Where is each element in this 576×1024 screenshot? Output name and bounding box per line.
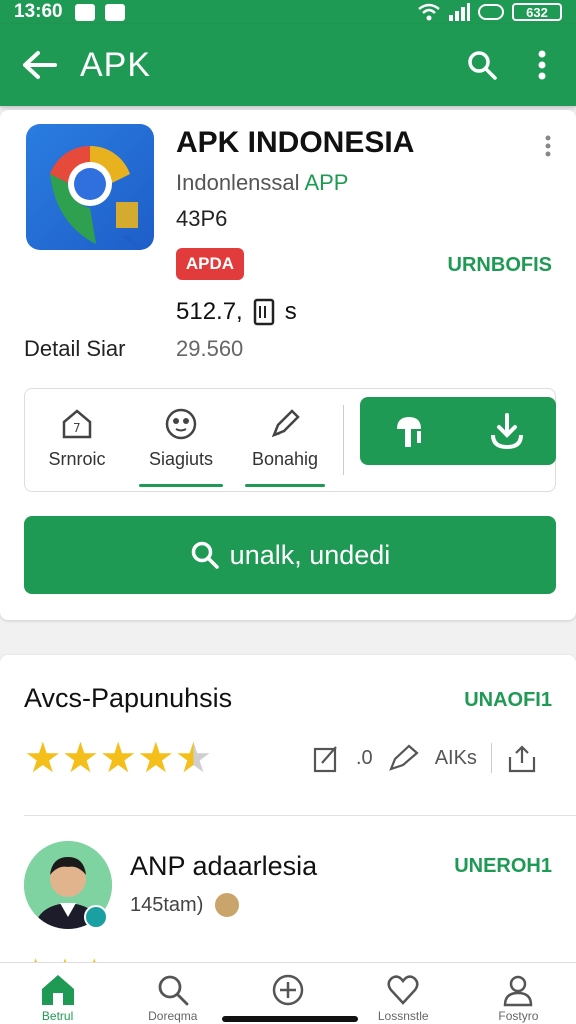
developer-accent: APP [304, 170, 349, 195]
edit-icon[interactable] [312, 743, 342, 773]
pen-icon[interactable] [387, 743, 421, 773]
tab-underline [245, 484, 325, 487]
nav-home[interactable]: Betrul [0, 963, 115, 1024]
section-divider [24, 815, 576, 816]
search-icon [158, 975, 189, 1006]
battery-indicator: 632 [512, 3, 562, 21]
nav-favorites-label: Lossnstle [377, 1009, 429, 1023]
kebab-icon [538, 50, 546, 80]
action-service[interactable]: 7 Srnroic [27, 389, 127, 493]
bottom-navigation: Betrul Doreqma Lossnstle Fostyro [0, 962, 576, 1024]
stat-suffix: s [284, 298, 297, 325]
wifi-icon [418, 3, 440, 21]
face-icon [165, 408, 197, 440]
action-service-label: Srnroic [48, 449, 106, 469]
star-icon: ★ [99, 734, 137, 781]
reviews-link[interactable]: UNAOFI1 [464, 689, 552, 712]
app-size: 43P6 [176, 206, 228, 231]
share-icon[interactable] [506, 743, 538, 773]
action-bonus-label: Bonahig [251, 449, 319, 469]
nav-profile-label: Fostyro [498, 1009, 539, 1023]
status-badge: APDA [176, 248, 244, 280]
nav-search-label: Doreqma [148, 1009, 198, 1023]
app-developer[interactable]: Indonlenssal APP [176, 170, 348, 196]
document-icon [253, 298, 274, 326]
back-arrow-icon [23, 51, 57, 79]
profile-icon [504, 975, 533, 1007]
home-outline-icon: 7 [62, 409, 92, 439]
thumb-icon [397, 417, 421, 447]
more-options-button[interactable] [512, 24, 572, 106]
back-button[interactable] [0, 24, 80, 106]
app-logo-icon [26, 124, 154, 250]
home-icon [41, 975, 74, 1005]
reviews-title: Avcs-Papunuhsis [24, 683, 233, 713]
status-bar: 13:60 632 [0, 0, 576, 24]
card-menu-button[interactable] [536, 134, 560, 158]
app-name: APK INDONESIA [176, 126, 415, 159]
status-time: 13:60 [14, 1, 63, 22]
nav-favorites[interactable]: Lossnstle [346, 963, 461, 1024]
action-signals[interactable]: Siagiuts [133, 389, 229, 493]
nav-profile[interactable]: Fostyro [461, 963, 576, 1024]
reviewer-sub: 145tam) [130, 891, 242, 919]
star-icon: ★ [61, 734, 100, 781]
home-indicator[interactable] [222, 1016, 358, 1022]
rating-stars: ★ ★ ★ ★ ★ [24, 737, 212, 779]
nav-add[interactable] [230, 963, 345, 1024]
app-bar: APK [0, 24, 576, 106]
app-stat: 512.7, s [176, 298, 297, 326]
reviewer-link[interactable]: UNEROH1 [454, 855, 552, 878]
meta-count-1: .0 [356, 746, 373, 769]
download-icon [491, 413, 523, 450]
action-bonus[interactable]: Bonahig [239, 389, 331, 493]
kebab-small-icon [545, 135, 551, 157]
action-row: 7 Srnroic Siagiuts Bonahig [24, 388, 556, 492]
star-half-icon: ★ [174, 734, 213, 781]
battery-toggle-icon [478, 4, 504, 20]
add-icon [272, 974, 304, 1006]
search-button[interactable] [452, 24, 512, 106]
star-icon: ★ [136, 734, 175, 781]
app-info-card: APK INDONESIA Indonlenssal APP 43P6 APDA… [0, 110, 576, 620]
reviewer-name: ANP adaarlesia [130, 851, 318, 881]
action-divider [343, 405, 344, 475]
page-title: APK [80, 45, 152, 84]
primary-button-label: unalk, undedi [229, 539, 391, 570]
favorite-icon [387, 975, 419, 1005]
reviewer-sub-text: 145tam) [130, 893, 204, 916]
search-icon [191, 541, 219, 569]
signal-icon [449, 3, 470, 21]
meta-count-2: AIKs [434, 746, 477, 769]
stat-value: 512.7, [176, 298, 243, 325]
meta-divider [490, 743, 492, 773]
mini-avatar [213, 891, 242, 919]
install-actions[interactable] [360, 397, 556, 465]
developer-name: Indonlenssal [176, 170, 300, 195]
nav-search[interactable]: Doreqma [115, 963, 230, 1024]
tab-underline [139, 484, 223, 487]
nav-home-label: Betrul [41, 1009, 74, 1023]
primary-search-button[interactable]: unalk, undedi [24, 516, 556, 594]
gallery-icon [104, 3, 125, 21]
search-icon [468, 51, 497, 80]
app-link[interactable]: URNBOFIS [448, 254, 552, 277]
verified-badge-icon [84, 905, 108, 929]
action-signals-label: Siagiuts [148, 449, 214, 469]
detail-label: Detail Siar [24, 336, 126, 361]
review-meta: .0 AIKs [312, 743, 538, 773]
detail-value: 29.560 [176, 336, 244, 361]
notification-icon [74, 3, 95, 21]
star-icon: ★ [24, 734, 62, 781]
pen-icon [271, 409, 300, 438]
svg-text:7: 7 [73, 421, 81, 435]
